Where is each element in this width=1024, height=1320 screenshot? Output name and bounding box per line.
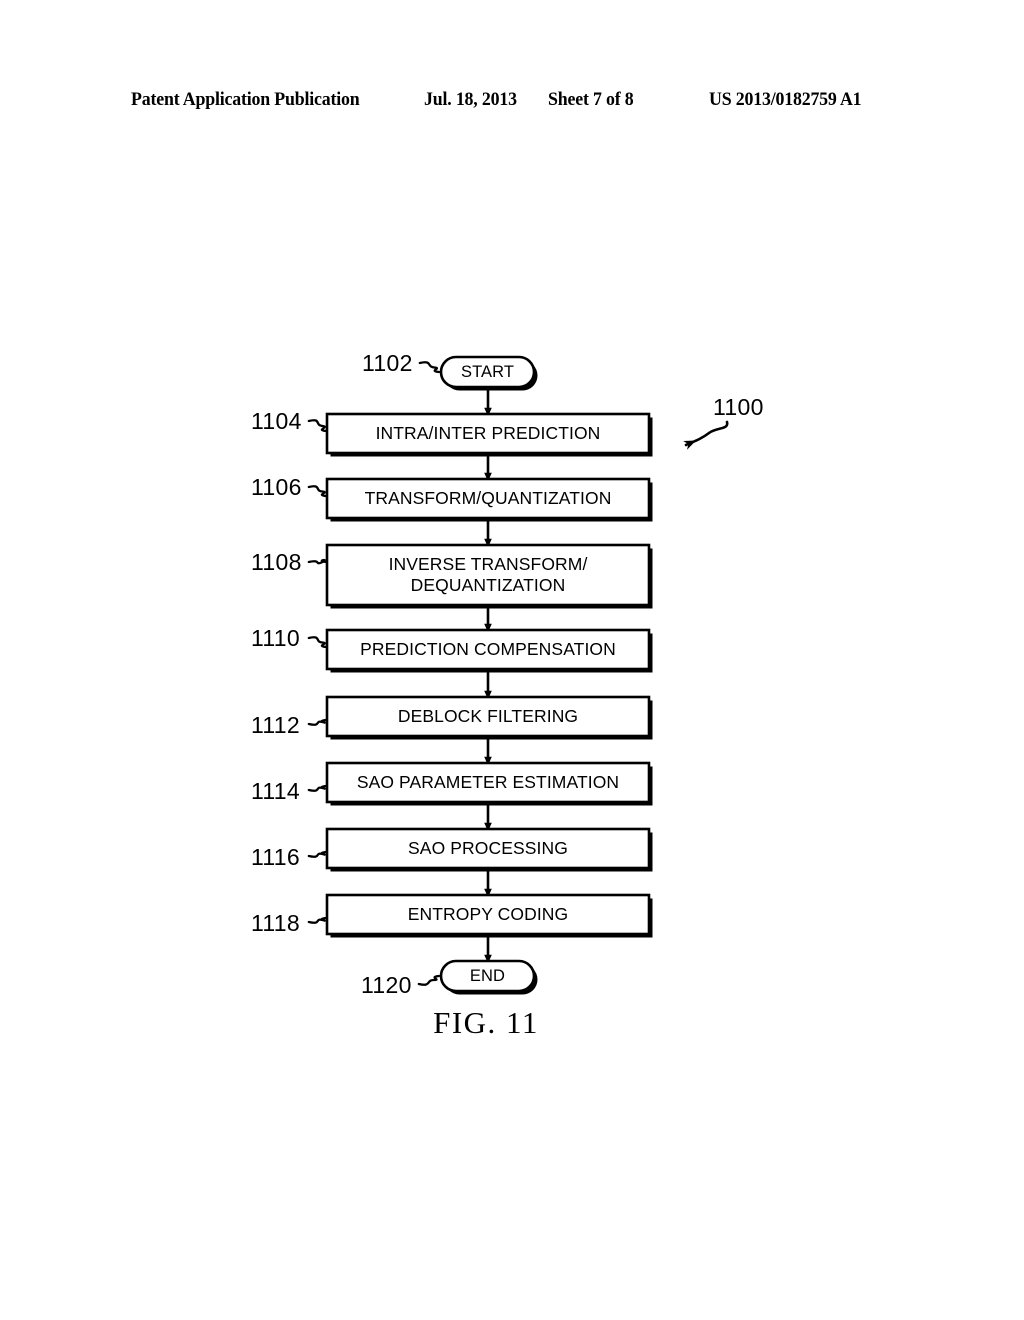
reference-numeral-1104: 1104 <box>251 408 302 434</box>
flowchart-node-1102 <box>439 355 538 391</box>
flowchart-node-1118 <box>325 893 653 938</box>
flowchart-node-1116 <box>325 827 653 872</box>
flowchart-node-1104 <box>325 412 653 457</box>
flowchart-canvas <box>307 355 729 995</box>
flowchart-node-1120 <box>439 959 538 995</box>
flowchart-node-1114 <box>325 761 653 806</box>
figure-caption-text: FIG. 11 <box>433 1005 539 1040</box>
flowchart-node-1106 <box>325 477 653 522</box>
flowchart-node-1110 <box>325 628 653 673</box>
reference-numeral-1106: 1106 <box>251 474 302 500</box>
diagram-reference-numeral: 1100 <box>713 394 764 420</box>
figure-caption: FIG. 11 <box>0 1005 1024 1041</box>
flowchart-node-1112 <box>325 695 653 740</box>
flowchart-nodes <box>325 355 653 995</box>
reference-numeral-1108: 1108 <box>251 549 302 575</box>
figure-11-flowchart: START INTRA/INTER PREDICTION TRANSFORM/QUA… <box>0 0 1024 1320</box>
diagram-reference-arrow <box>683 420 729 450</box>
reference-numeral-1102: 1102 <box>362 350 413 376</box>
flowchart-node-1108 <box>325 543 653 609</box>
reference-numeral-1114: 1114 <box>251 778 300 804</box>
reference-numeral-1110: 1110 <box>251 625 300 651</box>
reference-numeral-1118: 1118 <box>251 910 300 936</box>
reference-numeral-1120: 1120 <box>361 972 412 998</box>
reference-numeral-1116: 1116 <box>251 844 300 870</box>
reference-numeral-1112: 1112 <box>251 712 300 738</box>
